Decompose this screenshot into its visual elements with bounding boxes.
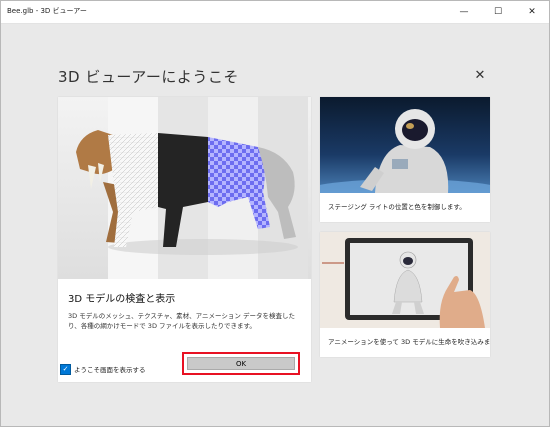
tablet-animation-image <box>320 232 490 328</box>
astronaut-space-image <box>320 97 490 193</box>
lighting-card-text: ステージング ライトの位置と色を制御します。 <box>328 203 466 211</box>
maximize-button[interactable]: ☐ <box>481 1 515 23</box>
shading-modes-image <box>58 97 311 279</box>
show-welcome-checkbox[interactable]: ✓ <box>60 364 71 375</box>
tablet-icon <box>320 232 490 328</box>
animation-card-text: アニメーションを使って 3D モデルに生命を吹き込みましょう。 <box>328 338 490 346</box>
title-bar: Bee.glb - 3D ビューアー — ☐ ✕ <box>1 1 549 24</box>
sabertooth-model-icon <box>76 130 298 255</box>
show-welcome-label: ようこそ画面を表示する <box>74 366 146 374</box>
main-card-description: 3D モデルのメッシュ、テクスチャ、素材、アニメーション データを検査したり、各… <box>68 312 295 330</box>
main-feature-card: 3D モデルの検査と表示 3D モデルのメッシュ、テクスチャ、素材、アニメーショ… <box>58 97 311 382</box>
ok-button-highlight: OK <box>182 352 300 375</box>
astronaut-icon <box>320 109 490 193</box>
ok-button[interactable]: OK <box>187 357 295 370</box>
close-window-button[interactable]: ✕ <box>515 1 549 23</box>
app-window: Bee.glb - 3D ビューアー — ☐ ✕ 3D ビューアーにようこそ ✕ <box>0 0 550 427</box>
window-title: Bee.glb - 3D ビューアー <box>7 7 87 15</box>
welcome-title: 3D ビューアーにようこそ <box>58 68 239 86</box>
lighting-feature-card[interactable]: ステージング ライトの位置と色を制御します。 <box>320 97 490 222</box>
minimize-button[interactable]: — <box>447 1 481 23</box>
welcome-close-button[interactable]: ✕ <box>473 69 487 83</box>
welcome-dialog: 3D ビューアーにようこそ ✕ 3D モデルの検査と表示 3D モデルのメッシュ… <box>1 24 549 426</box>
main-card-heading: 3D モデルの検査と表示 <box>68 294 176 305</box>
animation-feature-card[interactable]: アニメーションを使って 3D モデルに生命を吹き込みましょう。 <box>320 232 490 357</box>
